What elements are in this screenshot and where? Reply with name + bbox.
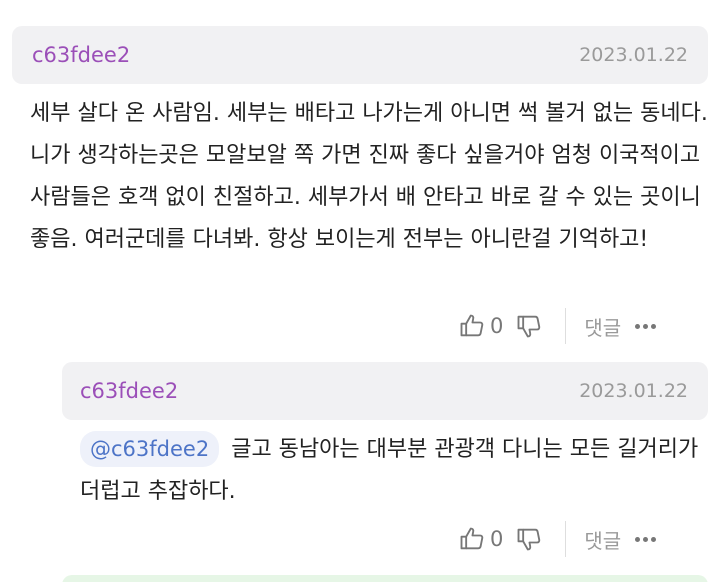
- reply-username[interactable]: c63fdee2: [80, 379, 178, 403]
- reply-button[interactable]: 댓글: [584, 312, 621, 341]
- comment-username[interactable]: c63fdee2: [32, 43, 130, 67]
- reply-button[interactable]: 댓글: [584, 525, 621, 554]
- comment-header: c63fdee2 2023.01.22: [12, 26, 708, 84]
- dislike-button[interactable]: [515, 312, 543, 340]
- thumbs-down-icon: [517, 528, 541, 551]
- thumbs-up-icon: [460, 314, 484, 337]
- divider: [565, 521, 567, 557]
- thumbs-down-icon: [517, 315, 541, 338]
- thumbs-up-icon: [460, 527, 484, 550]
- like-count: 0: [490, 314, 504, 338]
- reply-date: 2023.01.22: [579, 380, 688, 402]
- divider: [565, 308, 567, 344]
- comment-thread: c63fdee2 2023.01.22 세부 살다 온 사람임. 세부는 배타고…: [0, 0, 714, 582]
- comment-text: 세부 살다 온 사람임. 세부는 배타고 나가는게 아니면 썩 볼거 없는 동네…: [30, 101, 708, 252]
- like-count: 0: [490, 527, 504, 551]
- comment-date: 2023.01.22: [579, 44, 688, 66]
- like-button[interactable]: 0: [458, 312, 515, 340]
- next-comment-header: [62, 575, 708, 582]
- reply-header: c63fdee2 2023.01.22: [62, 362, 708, 420]
- reply-actions: 0 댓글: [458, 519, 657, 559]
- mention-tag[interactable]: @c63fdee2: [80, 431, 220, 467]
- more-dots-icon[interactable]: [635, 536, 657, 542]
- dislike-button[interactable]: [515, 525, 543, 553]
- more-dots-icon[interactable]: [635, 323, 657, 329]
- reply-body: @c63fdee2 글고 동남아는 대부분 관광객 다니는 모든 길거리가 더럽고…: [80, 429, 710, 513]
- comment-actions: 0 댓글: [458, 306, 657, 346]
- like-button[interactable]: 0: [458, 525, 515, 553]
